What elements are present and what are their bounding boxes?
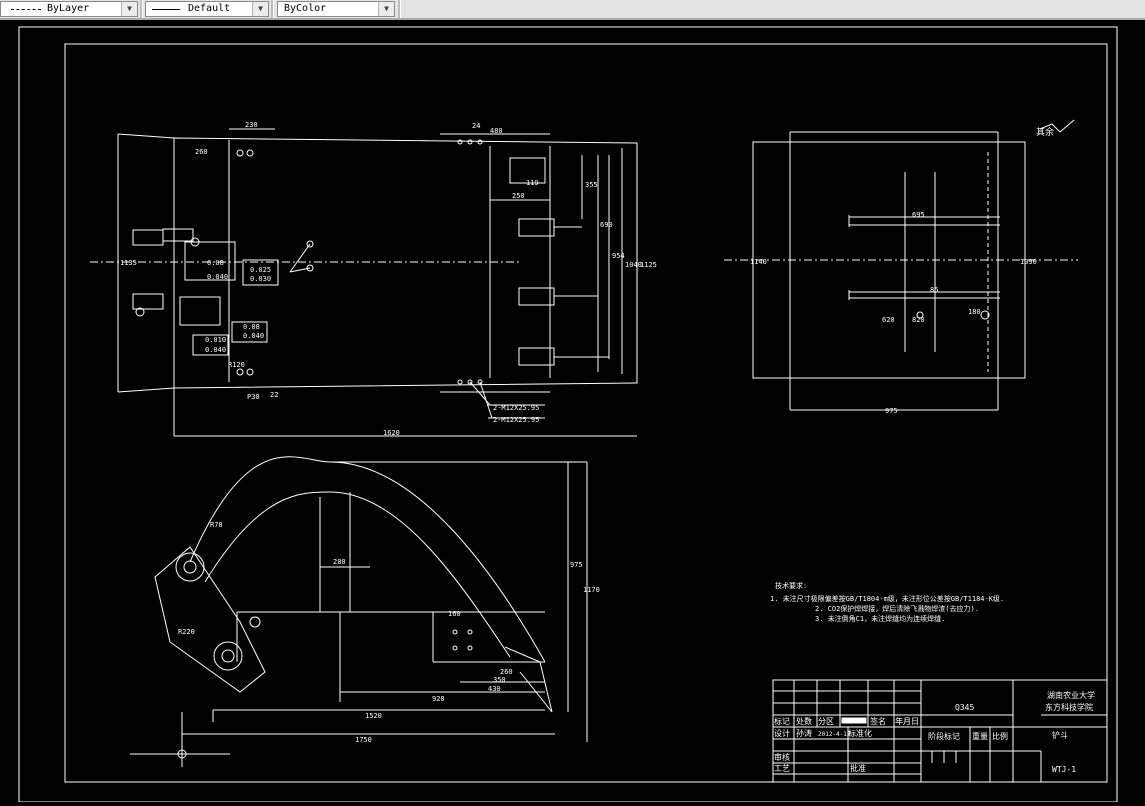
svg-text:260: 260 <box>500 668 513 676</box>
svg-text:年月日: 年月日 <box>895 716 919 726</box>
svg-text:920: 920 <box>432 695 445 703</box>
svg-text:0.08: 0.08 <box>207 259 224 267</box>
svg-text:0.040: 0.040 <box>243 332 264 340</box>
chevron-down-icon[interactable]: ▼ <box>252 2 268 16</box>
svg-text:180: 180 <box>968 308 981 316</box>
svg-text:954: 954 <box>612 252 625 260</box>
svg-text:湖南农业大学: 湖南农业大学 <box>1047 690 1095 700</box>
svg-text:1090: 1090 <box>1020 258 1037 266</box>
svg-text:250: 250 <box>512 192 525 200</box>
plan-dim-labels: 1620 260 230 119 250 480 355 690 954 104… <box>120 121 657 437</box>
svg-text:480: 480 <box>490 127 503 135</box>
svg-text:160: 160 <box>448 610 461 618</box>
svg-text:R70: R70 <box>210 521 223 529</box>
svg-text:比例: 比例 <box>992 731 1008 741</box>
svg-text:处数: 处数 <box>796 716 812 726</box>
linetype-swatch <box>11 9 41 10</box>
svg-text:820: 820 <box>912 316 925 324</box>
drawing-canvas[interactable]: 1620 260 230 119 250 480 355 690 954 104… <box>0 22 1145 803</box>
color-combo[interactable]: ByColor ▼ <box>277 1 395 17</box>
svg-text:技术要求:: 技术要求: <box>775 581 807 590</box>
chevron-down-icon[interactable]: ▼ <box>378 2 394 16</box>
svg-text:2. CO2保护焊焊接，焊后清除飞溅物焊渣(去应力).: 2. CO2保护焊焊接，焊后清除飞溅物焊渣(去应力). <box>815 604 979 613</box>
svg-text:430: 430 <box>488 685 501 693</box>
svg-text:0.040: 0.040 <box>207 273 228 281</box>
toolbar-separator <box>398 0 401 18</box>
linestyle-swatch <box>152 9 180 10</box>
svg-text:设计: 设计 <box>774 728 790 738</box>
toolbar-separator <box>140 0 143 18</box>
svg-text:0.030: 0.030 <box>250 275 271 283</box>
svg-text:批准: 批准 <box>850 763 866 773</box>
svg-text:Q345: Q345 <box>955 703 974 712</box>
svg-text:1. 未注尺寸极限偏差按GB/T1804-m级，未注形位公差: 1. 未注尺寸极限偏差按GB/T1804-m级，未注形位公差按GB/T1184-… <box>770 594 1004 603</box>
svg-text:0.040: 0.040 <box>205 346 226 354</box>
front-dim-labels: 1750 1520 920 430 350 260 160 975 1170 2… <box>178 521 600 744</box>
linestyle-combo[interactable]: Default ▼ <box>145 1 269 17</box>
plan-view <box>90 128 638 437</box>
svg-text:2-M12X25.95: 2-M12X25.95 <box>493 404 539 412</box>
svg-text:119: 119 <box>526 179 539 187</box>
svg-text:其余: 其余 <box>1036 126 1054 138</box>
svg-text:2-M12X25.95: 2-M12X25.95 <box>493 416 539 424</box>
svg-text:1140: 1140 <box>750 258 767 266</box>
svg-text:0.025: 0.025 <box>250 266 271 274</box>
side-dim-labels: 975 1140 1090 695 620 820 85 180 其余 <box>750 126 1054 415</box>
chevron-down-icon[interactable]: ▼ <box>121 2 137 16</box>
svg-text:690: 690 <box>600 221 613 229</box>
svg-text:975: 975 <box>570 561 583 569</box>
svg-text:22: 22 <box>270 391 278 399</box>
front-view <box>130 456 588 767</box>
svg-text:工艺: 工艺 <box>774 764 790 773</box>
svg-text:0.08: 0.08 <box>243 323 260 331</box>
svg-text:230: 230 <box>245 121 258 129</box>
svg-text:1750: 1750 <box>355 736 372 744</box>
linestyle-value: Default <box>188 3 231 14</box>
svg-text:355: 355 <box>585 181 598 189</box>
svg-text:标准化: 标准化 <box>848 728 872 738</box>
properties-toolbar: ByLayer ▼ Default ▼ ByColor ▼ <box>0 0 1145 20</box>
linetype-combo[interactable]: ByLayer ▼ <box>0 1 138 17</box>
svg-text:0.010: 0.010 <box>205 336 226 344</box>
toolbar-separator <box>271 0 274 18</box>
svg-text:阶段标记: 阶段标记 <box>928 731 960 741</box>
svg-text:85: 85 <box>930 286 938 294</box>
svg-text:280: 280 <box>333 558 346 566</box>
svg-text:1135: 1135 <box>120 259 137 267</box>
svg-text:铲斗: 铲斗 <box>1052 730 1068 740</box>
linetype-value: ByLayer <box>47 3 90 14</box>
color-value: ByColor <box>284 3 327 14</box>
svg-text:签名: 签名 <box>870 716 886 726</box>
svg-text:975: 975 <box>885 407 898 415</box>
svg-text:1520: 1520 <box>365 712 382 720</box>
svg-text:孙涛: 孙涛 <box>796 728 812 738</box>
svg-text:重量: 重量 <box>972 731 988 741</box>
svg-text:1620: 1620 <box>383 429 400 437</box>
svg-text:东方科技学院: 东方科技学院 <box>1045 702 1093 712</box>
svg-text:WTJ-1: WTJ-1 <box>1052 765 1076 774</box>
svg-text:1170: 1170 <box>583 586 600 594</box>
technical-requirements: 技术要求: 1. 未注尺寸极限偏差按GB/T1804-m级，未注形位公差按GB/… <box>770 581 1004 623</box>
svg-text:标记: 标记 <box>774 716 790 726</box>
inner-frame <box>64 43 1108 783</box>
svg-text:分区: 分区 <box>818 717 834 726</box>
svg-text:695: 695 <box>912 211 925 219</box>
svg-text:350: 350 <box>493 676 506 684</box>
svg-text:620: 620 <box>882 316 895 324</box>
svg-text:R220: R220 <box>178 628 195 636</box>
svg-text:审核: 审核 <box>774 752 790 762</box>
svg-text:P30: P30 <box>247 393 260 401</box>
svg-text:3. 未注倒角C1，未注焊缝均为连续焊缝.: 3. 未注倒角C1，未注焊缝均为连续焊缝. <box>815 614 945 623</box>
svg-text:R120: R120 <box>228 361 245 369</box>
svg-text:2012-4-15: 2012-4-15 <box>818 731 851 738</box>
svg-text:260: 260 <box>195 148 208 156</box>
svg-text:1125: 1125 <box>640 261 657 269</box>
svg-text:24: 24 <box>472 122 480 130</box>
